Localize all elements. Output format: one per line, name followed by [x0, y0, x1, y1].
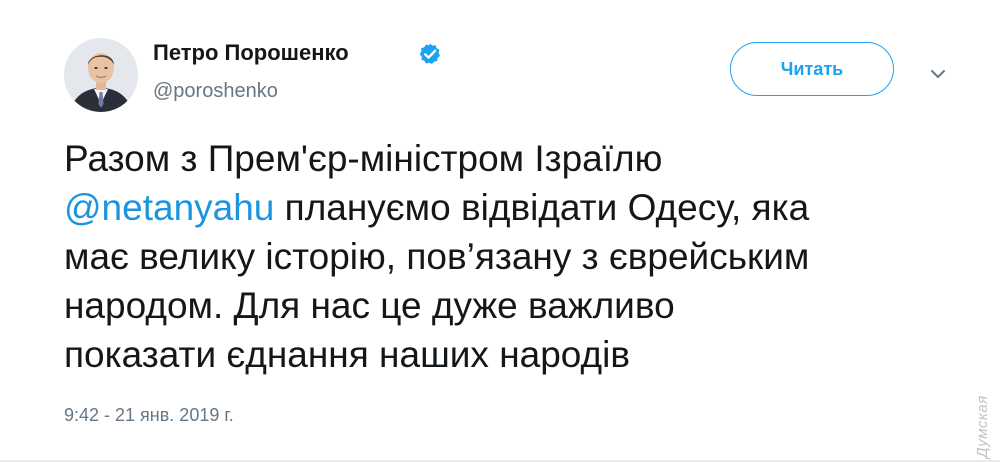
tweet-text-line: @netanyahu плануємо відвідати Одесу, яка [64, 183, 964, 232]
tweet-text-segment: Разом з Прем'єр-міністром Ізраїлю [64, 138, 663, 179]
tweet-timestamp[interactable]: 9:42 - 21 янв. 2019 г. [64, 405, 234, 426]
mention-link[interactable]: @netanyahu [64, 187, 274, 228]
tweet-text-segment: має велику історію, пов’язану з єврейськ… [64, 236, 810, 277]
tweet-text-segment: показати єднання наших народів [64, 334, 631, 375]
tweet-text-line: має велику історію, пов’язану з єврейськ… [64, 232, 964, 281]
follow-button[interactable]: Читать [730, 42, 894, 96]
verified-badge-icon [419, 43, 440, 64]
watermark-text: Думская [974, 395, 991, 458]
tweet-text-line: Разом з Прем'єр-міністром Ізраїлю [64, 134, 964, 183]
tweet-card: Петро Порошенко @poroshenko Читать Разом… [0, 0, 1000, 462]
tweet-text-segment: плануємо відвідати Одесу, яка [274, 187, 810, 228]
chevron-down-icon [931, 70, 945, 78]
avatar[interactable] [64, 38, 138, 112]
tweet-text: Разом з Прем'єр-міністром Ізраїлю @netany… [64, 134, 964, 379]
watermark: Думская [968, 350, 998, 460]
author-handle[interactable]: @poroshenko [153, 80, 278, 103]
avatar-portrait-icon [64, 38, 138, 112]
author-name[interactable]: Петро Порошенко [153, 40, 349, 66]
tweet-text-line: народом. Для нас це дуже важливо [64, 281, 964, 330]
tweet-text-line: показати єднання наших народів [64, 330, 964, 379]
tweet-menu-button[interactable] [926, 62, 950, 86]
tweet-text-segment: народом. Для нас це дуже важливо [64, 285, 675, 326]
